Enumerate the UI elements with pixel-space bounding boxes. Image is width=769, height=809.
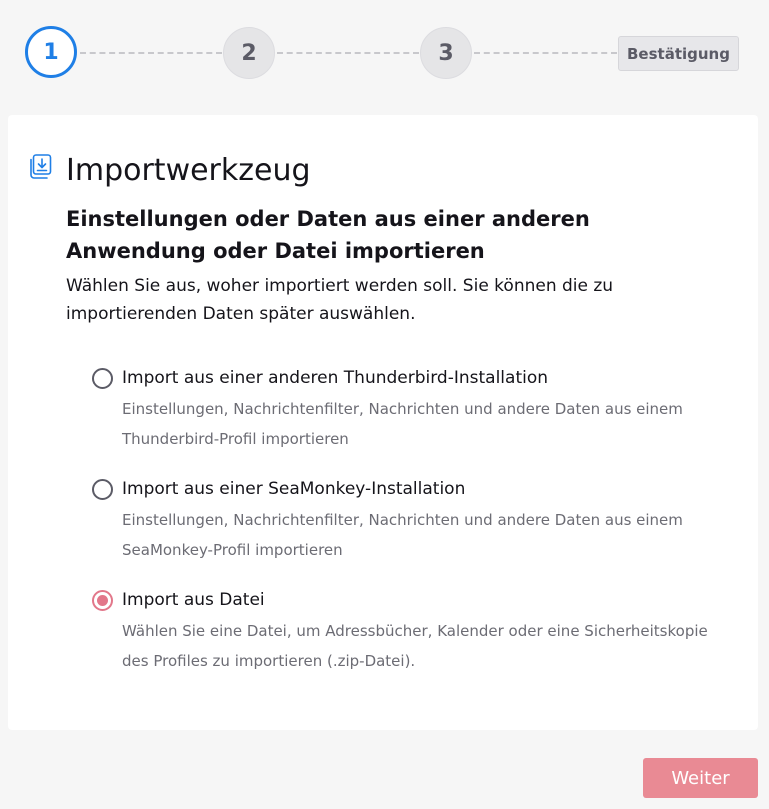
stepper: 1 2 3 Bestätigung (0, 0, 769, 110)
step-1-indicator: 1 (25, 26, 77, 78)
page-subtitle: Einstellungen oder Daten aus einer ander… (66, 207, 590, 263)
step-2-indicator: 2 (223, 27, 275, 79)
import-card: Importwerkzeug Einstellungen oder Daten … (8, 115, 758, 730)
radio-button-selected[interactable] (92, 590, 113, 611)
step-connector (80, 52, 222, 54)
option-label[interactable]: Import aus Datei (122, 585, 265, 615)
option-description: Einstellungen, Nachrichtenfilter, Nachri… (122, 400, 683, 448)
option-description: Einstellungen, Nachrichtenfilter, Nachri… (122, 511, 683, 559)
next-button[interactable]: Weiter (643, 758, 758, 798)
option-label[interactable]: Import aus einer SeaMonkey-Installation (122, 474, 465, 504)
radio-button[interactable] (92, 479, 113, 500)
import-icon (30, 154, 52, 179)
page-description: Wählen Sie aus, woher importiert werden … (66, 276, 614, 324)
option-label[interactable]: Import aus einer anderen Thunderbird-Ins… (122, 363, 548, 393)
step-3-indicator: 3 (420, 27, 472, 79)
step-connector (277, 52, 419, 54)
option-description: Wählen Sie eine Datei, um Adressbücher, … (122, 622, 708, 670)
step-connector (474, 52, 617, 54)
radio-button[interactable] (92, 368, 113, 389)
page-title: Importwerkzeug (66, 153, 311, 188)
step-confirmation-indicator: Bestätigung (618, 36, 739, 71)
